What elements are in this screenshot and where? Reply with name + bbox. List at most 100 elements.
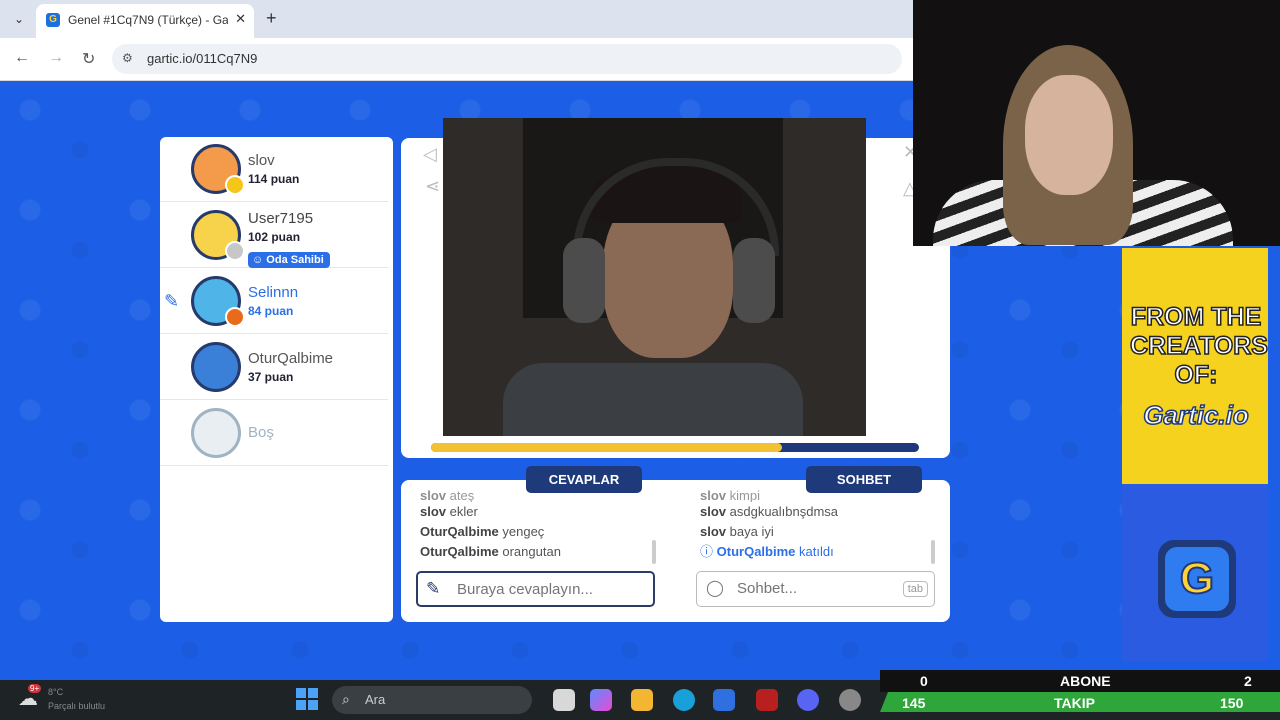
message-user: slov	[700, 524, 727, 539]
message-user: slov	[420, 504, 447, 519]
gartic-favicon-icon: G	[46, 13, 60, 27]
message-text: kimpi	[729, 488, 760, 502]
guest-webcam	[913, 0, 1280, 246]
message-user: OturQalbime	[716, 544, 796, 559]
list-item: slov baya iyi	[700, 522, 838, 542]
webcam-person	[1025, 75, 1113, 195]
obs-icon[interactable]	[839, 689, 861, 711]
message-user: slov	[700, 504, 727, 519]
abone-left: 0	[920, 673, 928, 689]
address-bar: ← → ↻ ⚙ gartic.io/011Cq7N9	[0, 38, 913, 81]
ad-banner[interactable]: FROM THE CREATORS OF: Gartic.io G	[1122, 248, 1269, 662]
back-icon[interactable]: ←	[14, 49, 30, 67]
site-info-icon[interactable]: ⚙	[122, 51, 133, 65]
gartic-logo: Gartic.io	[1143, 399, 1250, 431]
chat-scrollbar[interactable]	[931, 540, 935, 564]
abone-label: ABONE	[1060, 673, 1111, 689]
list-item: OturQalbime orangutan	[420, 542, 561, 562]
gartic-app-letter: G	[1165, 547, 1229, 611]
reload-icon[interactable]: ↻	[82, 49, 95, 69]
status-dot	[225, 241, 245, 261]
player-row: User7195 102 puan ☺ Oda Sahibi	[160, 203, 388, 268]
pencil-icon: ✎	[426, 579, 441, 598]
store-icon[interactable]	[713, 689, 735, 711]
room-owner-label: Oda Sahibi	[266, 254, 324, 266]
start-windows-icon[interactable]	[296, 688, 318, 710]
chat-field[interactable]: ◯ tab	[696, 571, 935, 607]
weather-desc: Parçalı bulutlu	[48, 701, 106, 711]
round-progress-fill	[431, 443, 783, 452]
player-points: 114 puan	[248, 172, 300, 186]
tab-key-hint: tab	[902, 581, 928, 597]
info-icon: ⓘ	[700, 544, 714, 559]
list-item: OturQalbime yengeç	[420, 522, 561, 542]
takip-right: 150	[1220, 695, 1244, 711]
streamer-webcam	[443, 118, 866, 436]
empty-slot[interactable]: Boş	[160, 401, 388, 466]
player-name: slov	[248, 152, 275, 169]
answers-list: slov ateş slov ekler OturQalbime yengeç …	[420, 486, 561, 562]
message-user: slov	[420, 488, 447, 502]
takip-left: 145	[902, 695, 926, 711]
empty-slot-label: Boş	[248, 424, 274, 441]
chat-list: slov kimpi slov asdgkualıbnşdmsa slov ba…	[700, 486, 838, 562]
list-item: slov kimpi	[700, 486, 838, 502]
new-tab-icon[interactable]: +	[266, 8, 277, 29]
player-name: OturQalbime	[248, 350, 334, 367]
avatar	[191, 342, 241, 392]
taskbar-search[interactable]: ⌕ Ara	[332, 686, 532, 714]
windows-logo-tile	[308, 688, 318, 698]
browser-tab-bar: ⌄ G Genel #1Cq7N9 (Türkçe) - Gartic ✕ +	[0, 0, 913, 38]
valorant-icon[interactable]	[756, 689, 778, 711]
message-text: ekler	[449, 504, 478, 519]
chat-input[interactable]	[735, 579, 889, 598]
answer-field[interactable]: ✎	[416, 571, 655, 607]
url-field[interactable]: ⚙ gartic.io/011Cq7N9	[112, 44, 902, 74]
stream-goal-overlay: 0 ABONE 2 145 TAKIP 150	[880, 670, 1280, 720]
gartic-app-icon[interactable]: G	[1158, 540, 1236, 618]
taskbar-search-label: Ara	[365, 692, 386, 707]
player-row: ✎ Selinnn 84 puan	[160, 269, 388, 334]
player-name: User7195	[248, 210, 314, 227]
status-dot	[225, 175, 245, 195]
players-panel: slov 114 puan User7195 102 puan ☺ Oda Sa…	[160, 137, 393, 622]
discord-icon[interactable]	[797, 689, 819, 711]
forward-icon[interactable]: →	[48, 49, 64, 67]
drawing-pencil-icon: ✎	[164, 291, 180, 311]
message-user: slov	[700, 488, 727, 502]
message-user: OturQalbime	[420, 544, 499, 559]
tab-title: Genel #1Cq7N9 (Türkçe) - Gartic	[68, 13, 228, 27]
answer-input[interactable]	[455, 580, 649, 599]
notification-badge: 9+	[28, 684, 42, 693]
report-flag-icon[interactable]: ◁	[423, 144, 437, 165]
system-message: ⓘ OturQalbime katıldı	[700, 542, 838, 562]
share-icon[interactable]: ⋖	[425, 176, 440, 197]
task-view-icon[interactable]	[553, 689, 575, 711]
message-text: ateş	[449, 488, 475, 502]
message-text: yengeç	[502, 524, 545, 539]
player-points: 102 puan	[248, 230, 301, 244]
weather-text: 8°C Parçalı bulutlu	[48, 685, 105, 713]
headphones	[733, 238, 775, 323]
close-tab-icon[interactable]: ✕	[235, 11, 246, 27]
message-text: baya iyi	[729, 524, 774, 539]
tab-search-chevron-icon[interactable]: ⌄	[10, 10, 28, 28]
edge-icon[interactable]	[673, 689, 695, 711]
player-points: 37 puan	[248, 370, 294, 384]
weather-temp: 8°C	[48, 687, 64, 697]
headphones	[563, 238, 605, 323]
room-owner-badge: ☺ Oda Sahibi	[248, 252, 330, 268]
copilot-icon[interactable]	[590, 689, 612, 711]
browser-tab[interactable]: G Genel #1Cq7N9 (Türkçe) - Gartic ✕	[36, 4, 254, 38]
windows-logo-tile	[308, 700, 318, 710]
player-points: 84 puan	[248, 304, 294, 318]
player-name: Selinnn	[248, 284, 299, 301]
file-explorer-icon[interactable]	[631, 689, 653, 711]
empty-avatar-icon	[191, 408, 241, 458]
answers-scrollbar[interactable]	[652, 540, 656, 564]
abone-right: 2	[1244, 673, 1252, 689]
list-item: slov ekler	[420, 502, 561, 522]
round-progress-bar	[431, 443, 919, 452]
message-text: orangutan	[502, 544, 561, 559]
message-text: katıldı	[799, 544, 834, 559]
